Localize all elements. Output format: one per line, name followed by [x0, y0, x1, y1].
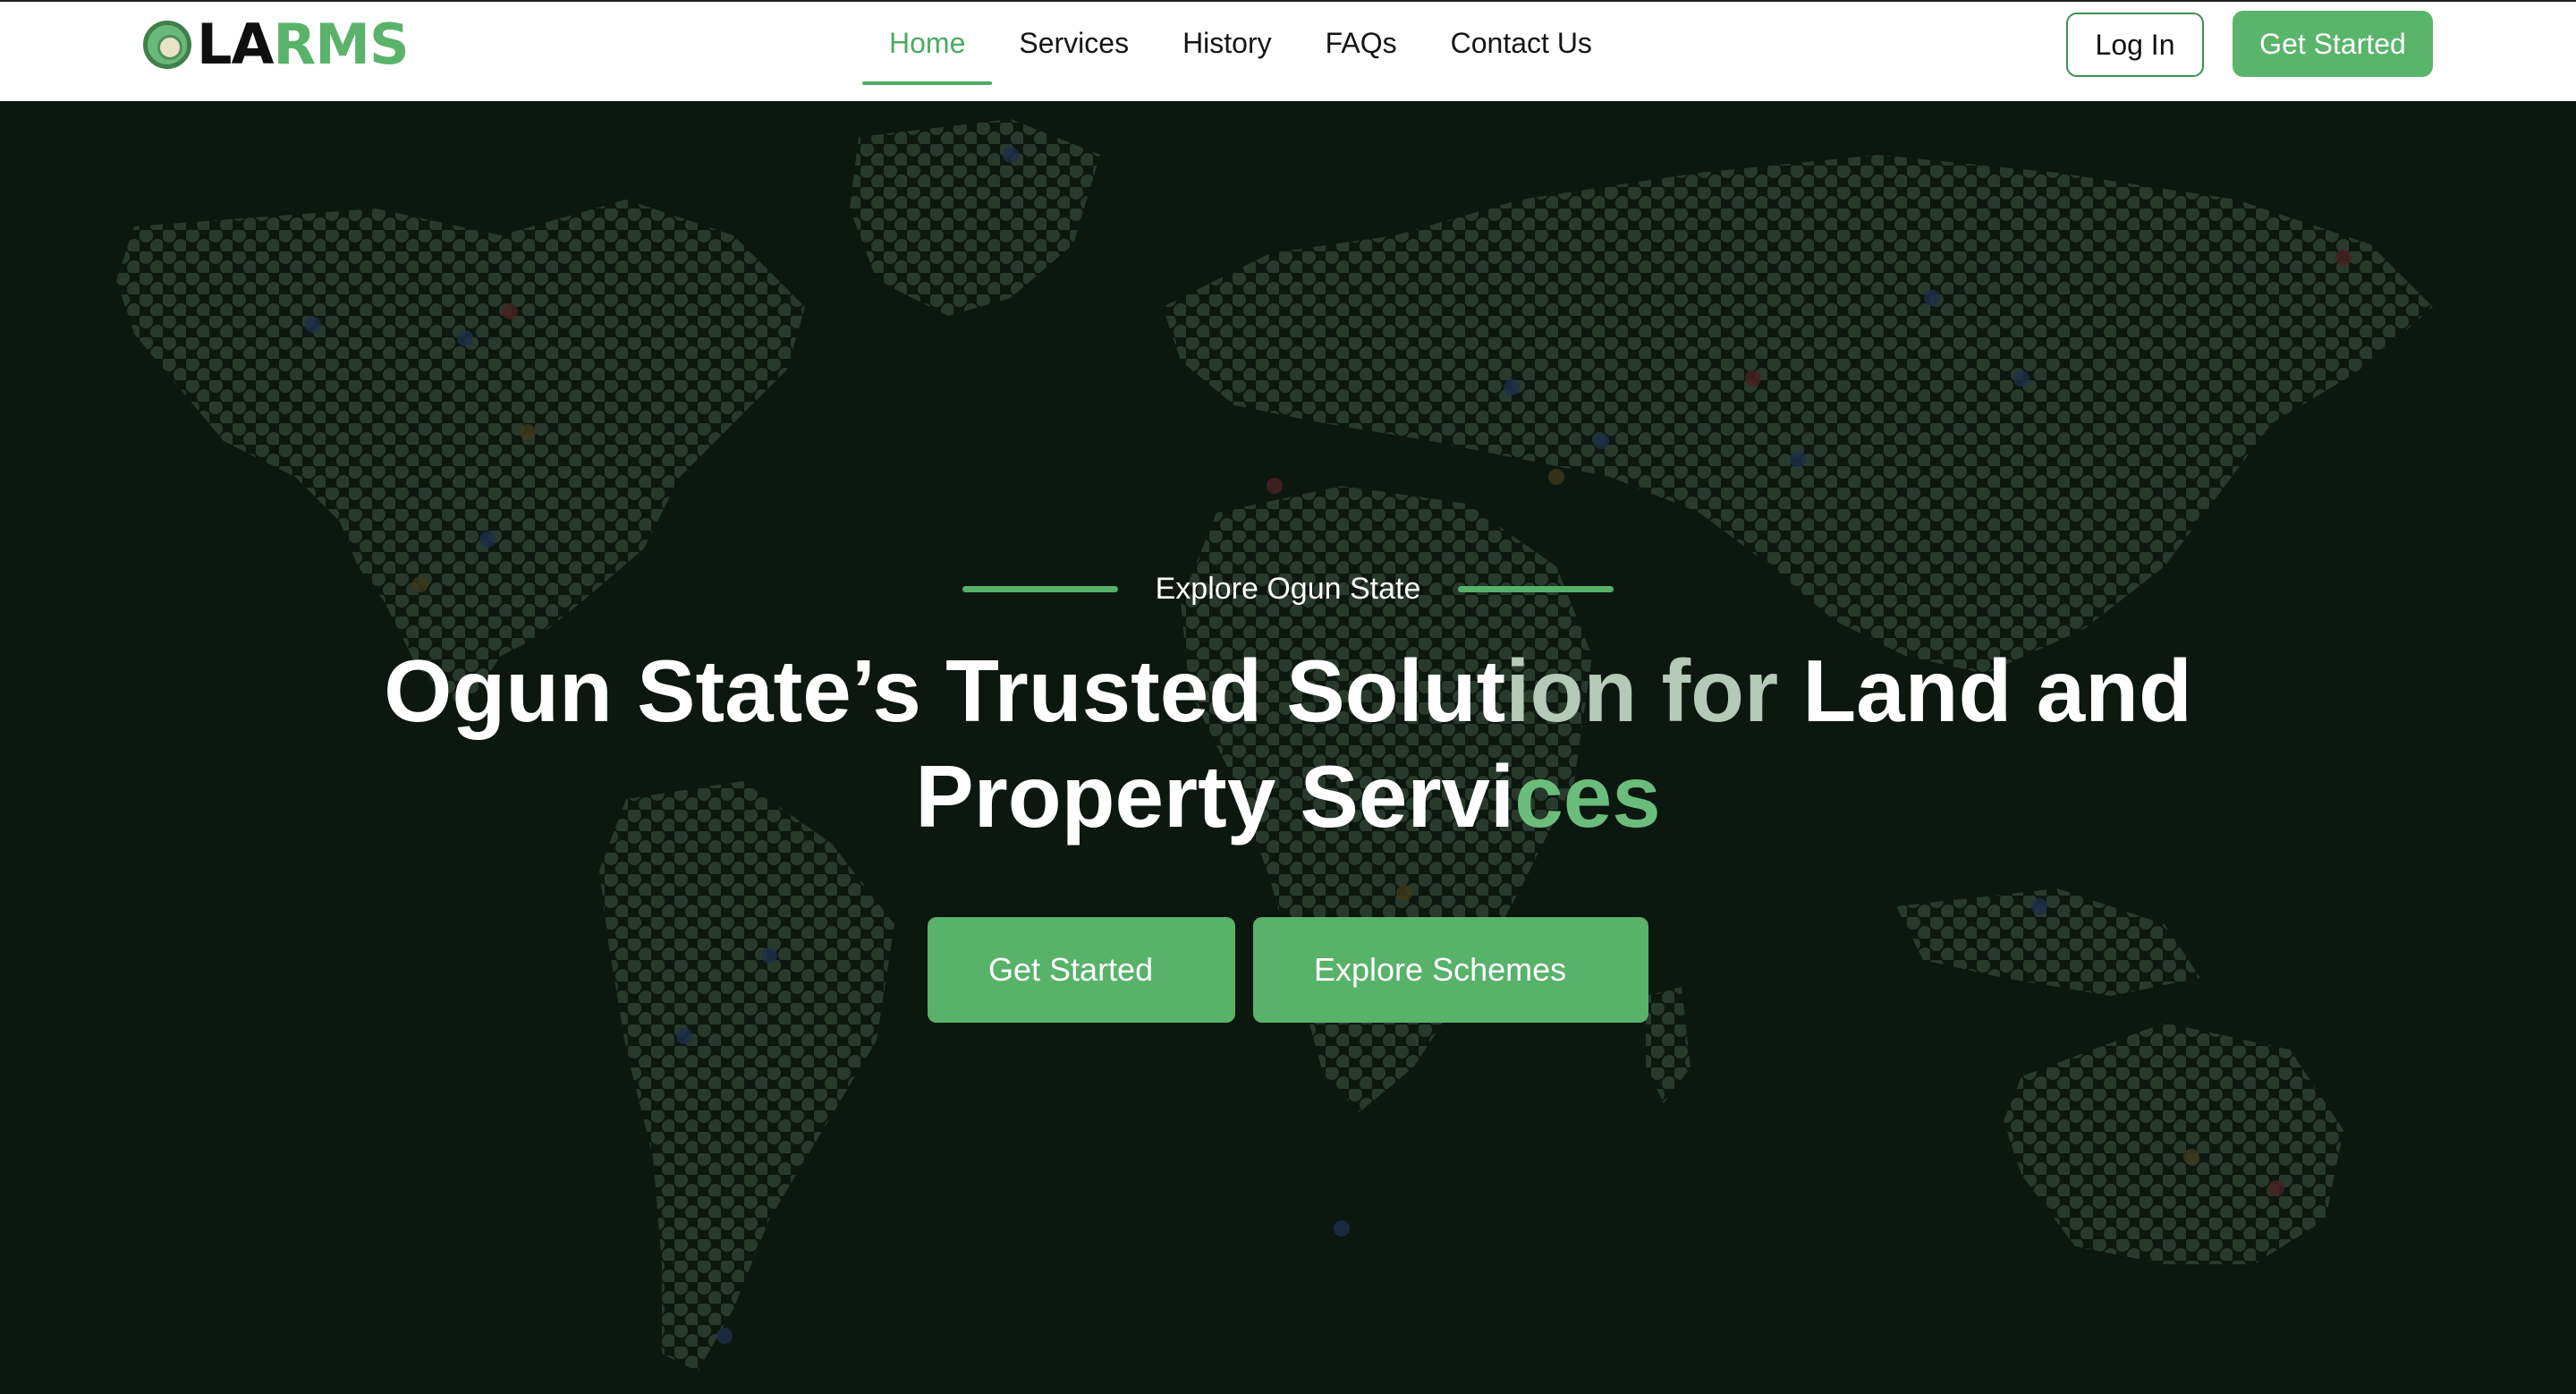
kicker-text: Explore Ogun State — [1155, 572, 1421, 606]
login-button[interactable]: Log In — [2066, 13, 2204, 77]
hero-get-started-button[interactable]: Get Started — [928, 917, 1235, 1023]
nav-home[interactable]: Home — [862, 2, 993, 85]
explore-schemes-button[interactable]: Explore Schemes — [1253, 917, 1648, 1023]
hero-kicker: Explore Ogun State — [0, 572, 2576, 607]
ogun-state-seal-icon — [143, 21, 191, 69]
top-navbar: LARMS Home Services History FAQs Contact… — [0, 0, 2576, 101]
kicker-line-left — [962, 586, 1118, 592]
hero-section: Explore Ogun State Ogun State’s Trusted … — [0, 101, 2576, 1394]
nav-history[interactable]: History — [1156, 2, 1299, 85]
logo-text-rms: RMS — [273, 12, 410, 77]
nav-faqs[interactable]: FAQs — [1299, 2, 1424, 85]
nav-contact-us[interactable]: Contact Us — [1424, 2, 1619, 85]
hero-headline: Ogun State’s Trusted Solution for Land a… — [0, 638, 2576, 849]
main-menu: Home Services History FAQs Contact Us — [862, 2, 1619, 103]
nav-get-started-button[interactable]: Get Started — [2233, 11, 2433, 77]
nav-services[interactable]: Services — [992, 2, 1156, 85]
kicker-line-right — [1458, 586, 1614, 592]
logo-text-la: LA — [197, 12, 274, 77]
headline-part-4: Property Servi — [915, 747, 1515, 846]
logo-wordmark: LARMS — [197, 17, 410, 72]
headline-part-1: Ogun State’s Trusted Solut — [384, 642, 1506, 740]
headline-part-5: ces — [1514, 747, 1661, 846]
headline-part-2: ion for — [1505, 642, 1779, 740]
larms-logo[interactable]: LARMS — [143, 17, 410, 72]
headline-part-3: Land and — [1778, 642, 2192, 740]
